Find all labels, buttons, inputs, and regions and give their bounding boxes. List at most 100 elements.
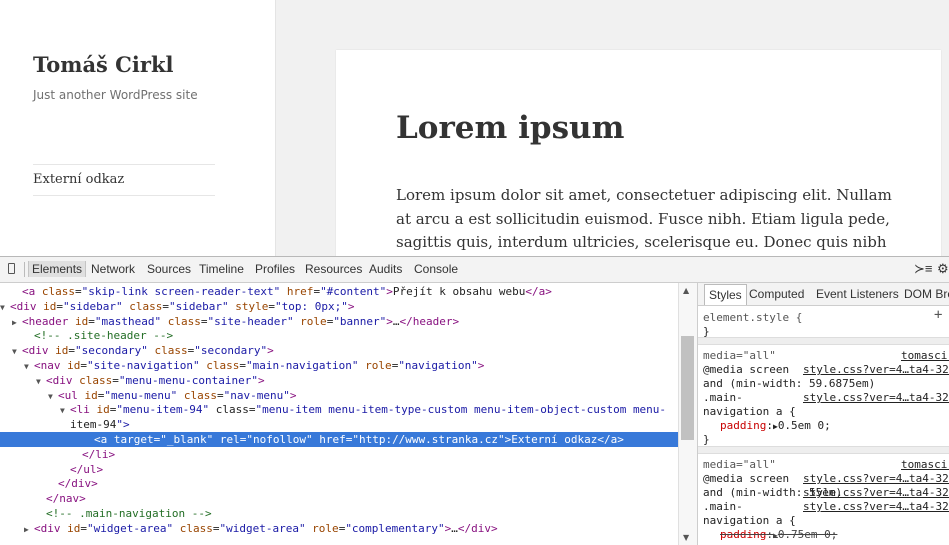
- rule-selector[interactable]: .main-: [703, 391, 743, 405]
- post-title[interactable]: Lorem ipsum: [396, 110, 624, 146]
- dom-node[interactable]: ▼ <nav id="site-navigation" class="main-n…: [0, 358, 678, 373]
- tab-elements[interactable]: Elements: [28, 261, 87, 277]
- collapse-arrow-icon[interactable]: ▼: [48, 389, 58, 404]
- dom-node-markup: <nav id="site-navigation" class="main-na…: [34, 359, 485, 372]
- dom-node-markup: </li>: [82, 447, 116, 461]
- collapse-arrow-icon[interactable]: ▼: [12, 344, 22, 359]
- dom-node[interactable]: <!-- .main-navigation -->: [0, 506, 678, 521]
- rule-media-attr: media="all": [703, 349, 776, 362]
- site-description: Just another WordPress site: [33, 88, 198, 102]
- css-property-name[interactable]: padding: [720, 419, 766, 432]
- element-style-selector[interactable]: element.style {: [703, 311, 802, 325]
- dom-node-selected[interactable]: <a target="_blank" rel="nofollow" href="…: [0, 432, 678, 447]
- tab-audits[interactable]: Audits: [369, 262, 402, 276]
- dom-node-markup: <div id="widget-area" class="widget-area…: [34, 521, 498, 535]
- rule-selector[interactable]: navigation a {: [703, 514, 796, 528]
- dom-node-markup: <ul id="menu-menu" class="nav-menu">: [58, 388, 297, 402]
- settings-gear-icon[interactable]: ⚙: [937, 261, 949, 277]
- collapse-arrow-icon[interactable]: ▼: [0, 300, 10, 315]
- scroll-up-arrow-icon[interactable]: ▲: [683, 286, 689, 295]
- dom-node-markup: </nav>: [46, 492, 86, 506]
- rule-source-link[interactable]: tomascir: [901, 349, 949, 363]
- dom-tree: <a class="skip-link screen-reader-text" …: [0, 283, 678, 545]
- dom-node-markup: <header id="masthead" class="site-header…: [22, 314, 460, 328]
- dom-node-markup: <a target="_blank" rel="nofollow" href="…: [94, 433, 624, 446]
- tab-styles[interactable]: Styles: [704, 284, 747, 305]
- dom-node[interactable]: </nav>: [0, 491, 678, 506]
- dom-node-markup: </ul>: [70, 462, 104, 476]
- rule-source-link[interactable]: style.css?ver=4…ta4-320: [803, 391, 949, 405]
- menu-divider-top: [33, 164, 215, 165]
- rule-source-link[interactable]: style.css?ver=4…ta4-320: [803, 500, 949, 514]
- rule-media-query: @media screen: [703, 363, 790, 376]
- rule-selector[interactable]: navigation a {: [703, 405, 796, 419]
- dom-node[interactable]: </li>: [0, 447, 678, 462]
- css-property[interactable]: padding:▶0.5em 0;: [720, 419, 831, 433]
- tab-event-listeners[interactable]: Event Listeners: [816, 287, 899, 301]
- tab-profiles[interactable]: Profiles: [255, 262, 295, 276]
- dom-node[interactable]: ▼ <div id="secondary" class="secondary">: [0, 343, 678, 358]
- dom-node[interactable]: ▶ <div id="widget-area" class="widget-are…: [0, 521, 678, 536]
- devtools-toolbar: Elements Network Sources Timeline Profil…: [0, 257, 949, 283]
- collapse-arrow-icon[interactable]: ▼: [36, 374, 46, 389]
- rule-source-link[interactable]: style.css?ver=4…ta4-320: [803, 363, 949, 377]
- rule-selector[interactable]: .main-: [703, 500, 743, 514]
- css-property-name[interactable]: padding: [720, 528, 766, 541]
- expand-arrow-icon[interactable]: ▶: [24, 522, 34, 537]
- dom-node[interactable]: ▼ <div class="menu-menu-container">: [0, 373, 678, 388]
- dom-node-markup: <a class="skip-link screen-reader-text" …: [22, 285, 552, 298]
- dom-node[interactable]: ▼ <div id="sidebar" class="sidebar" style…: [0, 299, 678, 314]
- dom-node[interactable]: <!-- .site-header -->: [0, 328, 678, 343]
- rule-source-link[interactable]: style.css?ver=4…ta4-320: [803, 486, 949, 500]
- site-title[interactable]: Tomáš Cirkl: [33, 52, 173, 77]
- css-rule-padding-active: media="all" tomascir @media screen style…: [698, 345, 949, 446]
- rule-media-query: @media screen: [703, 472, 790, 485]
- add-rule-icon[interactable]: +: [934, 307, 942, 323]
- rule-media-query: and (min-width: 59.6875em): [703, 377, 876, 390]
- element-style-rule: element.style { + }: [698, 307, 949, 338]
- tab-dom-breakpoints[interactable]: DOM Breakpoints: [904, 287, 949, 301]
- tab-resources[interactable]: Resources: [305, 262, 362, 276]
- css-property-overridden[interactable]: padding:▶0.75em 0;: [720, 528, 837, 542]
- tab-network[interactable]: Network: [91, 262, 135, 276]
- dom-node[interactable]: </div>: [0, 476, 678, 491]
- dom-node-markup: <div class="menu-menu-container">: [46, 373, 265, 387]
- dom-node-markup: <div id="secondary" class="secondary">: [22, 344, 274, 358]
- css-rule-padding-overridden: media="all" tomascir @media screen style…: [698, 454, 949, 545]
- dom-node[interactable]: ▼ <ul id="menu-menu" class="nav-menu">: [0, 388, 678, 403]
- collapse-arrow-icon[interactable]: ▼: [60, 403, 70, 418]
- scroll-down-arrow-icon[interactable]: ▼: [683, 533, 689, 542]
- dom-node-markup: <div id="sidebar" class="sidebar" style=…: [10, 299, 355, 313]
- css-property-value[interactable]: 0.75em 0;: [778, 528, 838, 541]
- dom-node[interactable]: item-94">: [0, 417, 678, 432]
- toolbar-divider: [24, 262, 25, 277]
- dom-node[interactable]: ▼ <li id="menu-item-94" class="menu-item …: [0, 402, 678, 417]
- tab-timeline[interactable]: Timeline: [199, 262, 244, 276]
- drawer-toggle-icon[interactable]: ≻≡: [914, 261, 932, 277]
- rule-close: }: [703, 433, 710, 446]
- collapse-arrow-icon[interactable]: ▼: [24, 359, 34, 374]
- dom-node-markup: <li id="menu-item-94" class="menu-item m…: [70, 403, 667, 417]
- mobile-device-icon[interactable]: [8, 263, 15, 274]
- tab-console[interactable]: Console: [414, 262, 458, 276]
- rule-source-link[interactable]: style.css?ver=4…ta4-320: [803, 472, 949, 486]
- tab-sources[interactable]: Sources: [147, 262, 191, 276]
- rule-source-link[interactable]: tomascir: [901, 458, 949, 472]
- tab-computed[interactable]: Computed: [749, 287, 804, 301]
- dom-node[interactable]: ▶ <header id="masthead" class="site-heade…: [0, 314, 678, 329]
- post-body: Lorem ipsum dolor sit amet, consectetuer…: [396, 186, 892, 251]
- menu-divider-bottom: [33, 195, 215, 196]
- styles-tab-bar: Styles Computed Event Listeners DOM Brea…: [698, 283, 949, 306]
- webpage-viewport: Tomáš Cirkl Just another WordPress site …: [0, 0, 949, 256]
- site-sidebar: Tomáš Cirkl Just another WordPress site …: [0, 0, 276, 256]
- rule-divider: [698, 337, 949, 345]
- rule-media-attr: media="all": [703, 458, 776, 471]
- expand-arrow-icon[interactable]: ▶: [12, 315, 22, 330]
- dom-node[interactable]: </ul>: [0, 462, 678, 477]
- dom-tree-scrollbar[interactable]: ▲ ▼: [678, 283, 698, 545]
- dom-node-markup: </div>: [58, 477, 98, 491]
- dom-node[interactable]: <a class="skip-link screen-reader-text" …: [0, 284, 678, 299]
- css-property-value[interactable]: 0.5em 0;: [778, 419, 831, 432]
- scroll-thumb[interactable]: [681, 336, 694, 440]
- menu-link-external[interactable]: Externí odkaz: [33, 172, 124, 187]
